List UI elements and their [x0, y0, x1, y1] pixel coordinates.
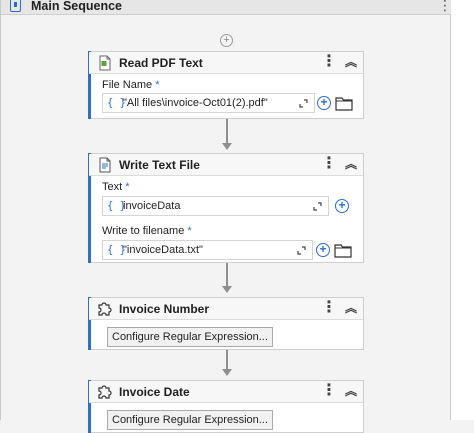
pdf-file-icon [99, 55, 111, 71]
kebab-menu-icon[interactable]: ⋮ [321, 382, 337, 400]
folder-browse-icon[interactable] [335, 95, 353, 111]
connector-arrow [222, 286, 232, 293]
collapse-icon[interactable]: ︽ [345, 383, 357, 399]
activity-title: Invoice Date [119, 385, 190, 399]
connector-line [226, 119, 228, 143]
sequence-menu-icon[interactable]: ⋮ [438, 0, 452, 14]
activity-header[interactable]: Invoice Number ⋮ ︽ [89, 298, 363, 320]
activity-invoice-date[interactable]: Invoice Date ⋮ ︽ Configure Regular Expre… [88, 380, 364, 433]
text-file-icon [99, 157, 111, 173]
connector-line [226, 263, 228, 286]
collapse-icon[interactable]: ︽ [345, 300, 357, 316]
activity-header[interactable]: Write Text File ⋮ ︽ [89, 154, 363, 176]
field-label-write-to-filename: Write to filename * [102, 225, 192, 237]
field-label-file-name: File Name * [102, 79, 160, 91]
plus-icon[interactable]: + [316, 243, 330, 257]
puzzle-icon [98, 302, 112, 316]
expand-editor-icon[interactable] [299, 99, 308, 108]
kebab-menu-icon[interactable]: ⋮ [321, 155, 337, 173]
activity-title: Write Text File [119, 158, 200, 172]
field-label-text: Text * [102, 181, 130, 193]
collapse-icon[interactable]: ︽ [345, 54, 357, 70]
file-name-input[interactable]: { } "All files\invoice-Oct01(2).pdf" [102, 93, 315, 113]
expand-editor-icon[interactable] [313, 202, 322, 211]
plus-icon[interactable]: + [317, 96, 331, 110]
connector-line [226, 350, 228, 369]
connector-arrow [222, 143, 232, 150]
sequence-header[interactable]: Main Sequence ⋮ [1, 0, 452, 15]
collapse-icon[interactable]: ︽ [345, 156, 357, 172]
activity-header[interactable]: Invoice Date ⋮ ︽ [89, 381, 363, 403]
activity-header[interactable]: Read PDF Text ⋮ ︽ [89, 52, 363, 74]
text-input[interactable]: { } invoiceData [102, 196, 329, 216]
configure-regex-button[interactable]: Configure Regular Expression... [107, 410, 273, 430]
connector-arrow [222, 369, 232, 376]
sequence-title: Main Sequence [31, 0, 122, 13]
designer-canvas: Main Sequence ⋮ + Read PDF Text ⋮ ︽ File… [0, 0, 452, 433]
activity-title: Read PDF Text [119, 56, 203, 70]
write-to-filename-input[interactable]: { } "invoiceData.txt" [102, 240, 313, 260]
kebab-menu-icon[interactable]: ⋮ [321, 53, 337, 71]
sequence-icon [10, 0, 21, 12]
activity-read-pdf-text[interactable]: Read PDF Text ⋮ ︽ File Name * { } "All f… [88, 51, 364, 119]
plus-icon[interactable]: + [335, 199, 349, 213]
puzzle-icon [98, 385, 112, 399]
kebab-menu-icon[interactable]: ⋮ [321, 299, 337, 317]
activity-write-text-file[interactable]: Write Text File ⋮ ︽ Text * { } invoiceDa… [88, 153, 364, 263]
side-panel-edge [451, 0, 474, 420]
add-activity-icon[interactable]: + [220, 34, 233, 47]
expand-editor-icon[interactable] [297, 246, 306, 255]
activity-title: Invoice Number [119, 302, 210, 316]
activity-invoice-number[interactable]: Invoice Number ⋮ ︽ Configure Regular Exp… [88, 297, 364, 350]
configure-regex-button[interactable]: Configure Regular Expression... [107, 327, 273, 347]
folder-browse-icon[interactable] [334, 242, 352, 258]
